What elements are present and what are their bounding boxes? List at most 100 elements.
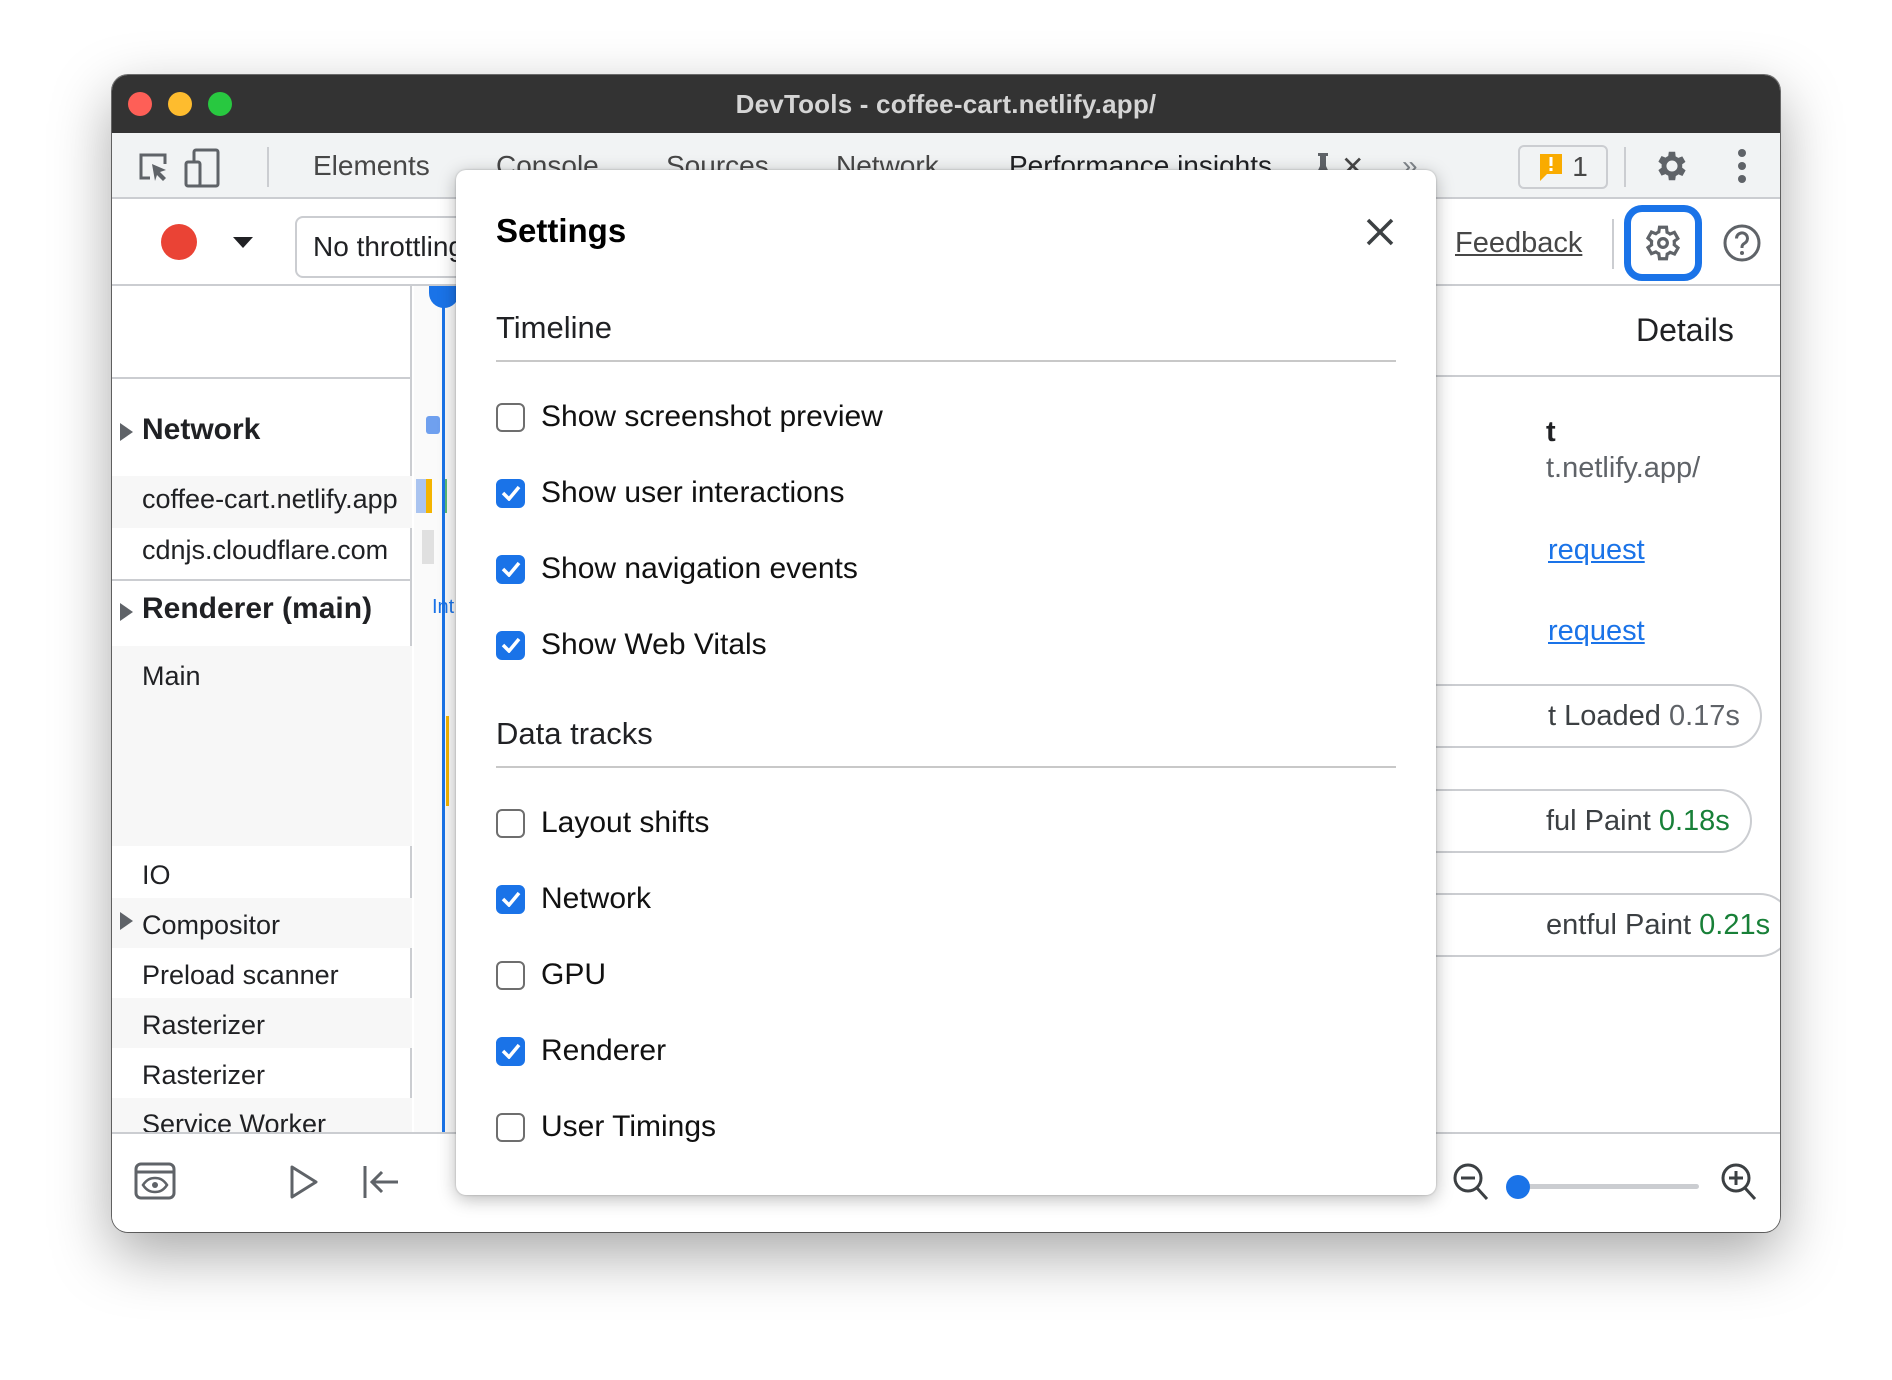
jump-to-start-icon[interactable]: [362, 1164, 400, 1200]
metric-value: 0.18s: [1658, 805, 1730, 837]
maximize-window-button[interactable]: [208, 92, 232, 116]
renderer-track-row[interactable]: Rasterizer: [142, 1010, 265, 1041]
play-replay-icon[interactable]: [289, 1164, 319, 1200]
track-header-renderer-main[interactable]: Renderer (main): [142, 592, 372, 626]
checkmark-icon: [501, 1043, 520, 1059]
expand-network-triangle-icon[interactable]: [120, 423, 133, 441]
main-thread-task[interactable]: [446, 716, 449, 806]
tab-divider: [267, 147, 269, 187]
metric-label: ful Paint: [1546, 805, 1651, 837]
section-title-data-tracks: Data tracks: [496, 716, 653, 751]
zoom-slider-track[interactable]: [1519, 1184, 1699, 1189]
issue-warning-icon: [1540, 154, 1563, 181]
network-request-bar[interactable]: [426, 416, 440, 434]
performance-settings-button[interactable]: [1624, 205, 1702, 281]
option-user-timings[interactable]: User Timings: [496, 1110, 716, 1144]
network-request-bar[interactable]: [422, 530, 434, 564]
metric-pill-fcp[interactable]: ful Paint 0.18s: [1436, 789, 1752, 853]
details-header: Details: [1436, 286, 1780, 377]
request-link[interactable]: request: [1548, 615, 1645, 648]
option-network[interactable]: Network: [496, 882, 651, 916]
checkbox[interactable]: [496, 1112, 525, 1142]
details-heading: t: [1546, 416, 1556, 448]
device-toolbar-icon[interactable]: [182, 148, 222, 188]
option-label: Renderer: [541, 1034, 667, 1067]
option-label: Layout shifts: [541, 806, 710, 839]
zoom-in-icon[interactable]: [1720, 1162, 1758, 1202]
renderer-track-row[interactable]: Main: [142, 661, 201, 692]
section-title-timeline: Timeline: [496, 310, 612, 345]
record-button[interactable]: [161, 224, 197, 260]
inspect-element-icon[interactable]: [134, 148, 174, 188]
track-header-network[interactable]: Network: [142, 413, 260, 447]
playhead-line[interactable]: [442, 286, 445, 1207]
tab-elements[interactable]: Elements: [313, 150, 430, 182]
option-renderer[interactable]: Renderer: [496, 1034, 666, 1068]
metric-value: 0.21s: [1699, 909, 1771, 941]
record-options-dropdown[interactable]: [233, 237, 253, 248]
network-track-row[interactable]: cdnjs.cloudflare.com: [142, 535, 388, 566]
option-label: Network: [541, 882, 652, 915]
checkmark-icon: [501, 561, 520, 577]
option-show-navigation-events[interactable]: Show navigation events: [496, 552, 858, 586]
option-label: Show Web Vitals: [541, 628, 767, 661]
more-options-icon[interactable]: [1722, 146, 1762, 186]
option-label: Show user interactions: [541, 476, 845, 509]
close-window-button[interactable]: [128, 92, 152, 116]
screenshot-preview-eye-icon[interactable]: [134, 1162, 176, 1202]
checkmark-icon: [501, 485, 520, 501]
option-show-user-interactions[interactable]: Show user interactions: [496, 476, 845, 510]
track-divider: [112, 579, 412, 581]
expand-compositor-triangle-icon[interactable]: [120, 912, 133, 930]
request-link[interactable]: request: [1548, 534, 1645, 567]
metric-pill-dcl[interactable]: t Loaded 0.17s: [1436, 684, 1762, 748]
toolbar-divider: [1624, 147, 1626, 187]
gear-outline-icon: [1645, 225, 1681, 261]
checkbox[interactable]: [496, 554, 525, 584]
checkbox[interactable]: [496, 478, 525, 508]
details-title: Details: [1636, 312, 1734, 348]
metric-label: t Loaded: [1548, 700, 1661, 732]
section-divider: [496, 360, 1396, 362]
renderer-track-row[interactable]: Compositor: [142, 910, 280, 941]
feedback-link[interactable]: Feedback: [1455, 227, 1582, 260]
issues-button[interactable]: 1: [1518, 145, 1608, 189]
devtools-settings-gear-icon[interactable]: [1652, 146, 1692, 186]
metric-label: entful Paint: [1546, 909, 1692, 941]
issues-count: 1: [1572, 151, 1588, 182]
checkbox[interactable]: [496, 808, 525, 838]
network-track-row[interactable]: coffee-cart.netlify.app: [142, 484, 398, 515]
details-url: t.netlify.app/: [1546, 452, 1701, 484]
option-show-web-vitals[interactable]: Show Web Vitals: [496, 628, 767, 662]
zoom-out-icon[interactable]: [1452, 1162, 1490, 1202]
metric-pill-lcp[interactable]: entful Paint 0.21s: [1436, 893, 1780, 957]
minimize-window-button[interactable]: [168, 92, 192, 116]
option-show-screenshot-preview[interactable]: Show screenshot preview: [496, 400, 883, 434]
checkbox[interactable]: [496, 884, 525, 914]
track-list: Network coffee-cart.netlify.app cdnjs.cl…: [112, 286, 412, 1207]
close-dialog-icon[interactable]: [1362, 214, 1398, 250]
renderer-track-row[interactable]: Preload scanner: [142, 960, 339, 991]
option-layout-shifts[interactable]: Layout shifts: [496, 806, 709, 840]
checkmark-icon: [501, 891, 520, 907]
checkbox[interactable]: [496, 960, 525, 990]
zoom-slider-thumb[interactable]: [1506, 1175, 1530, 1199]
option-label: GPU: [541, 958, 607, 991]
checkbox[interactable]: [496, 630, 525, 660]
renderer-track-row[interactable]: Rasterizer: [142, 1060, 265, 1091]
network-request-bar[interactable]: [426, 479, 432, 513]
devtools-window: DevTools - coffee-cart.netlify.app/ Elem…: [112, 75, 1780, 1232]
metric-value: 0.17s: [1668, 700, 1740, 732]
help-icon[interactable]: [1722, 223, 1762, 263]
dialog-title: Settings: [496, 212, 627, 249]
option-gpu[interactable]: GPU: [496, 958, 606, 992]
settings-dialog: Settings Timeline Show screenshot previe…: [456, 170, 1436, 1195]
expand-renderer-triangle-icon[interactable]: [120, 603, 133, 621]
option-label: User Timings: [541, 1110, 717, 1143]
renderer-track-row[interactable]: IO: [142, 860, 171, 891]
network-request-bar[interactable]: [416, 479, 426, 513]
option-label: Show navigation events: [541, 552, 858, 585]
checkbox[interactable]: [496, 402, 525, 432]
option-label: Show screenshot preview: [541, 400, 883, 433]
checkbox[interactable]: [496, 1036, 525, 1066]
